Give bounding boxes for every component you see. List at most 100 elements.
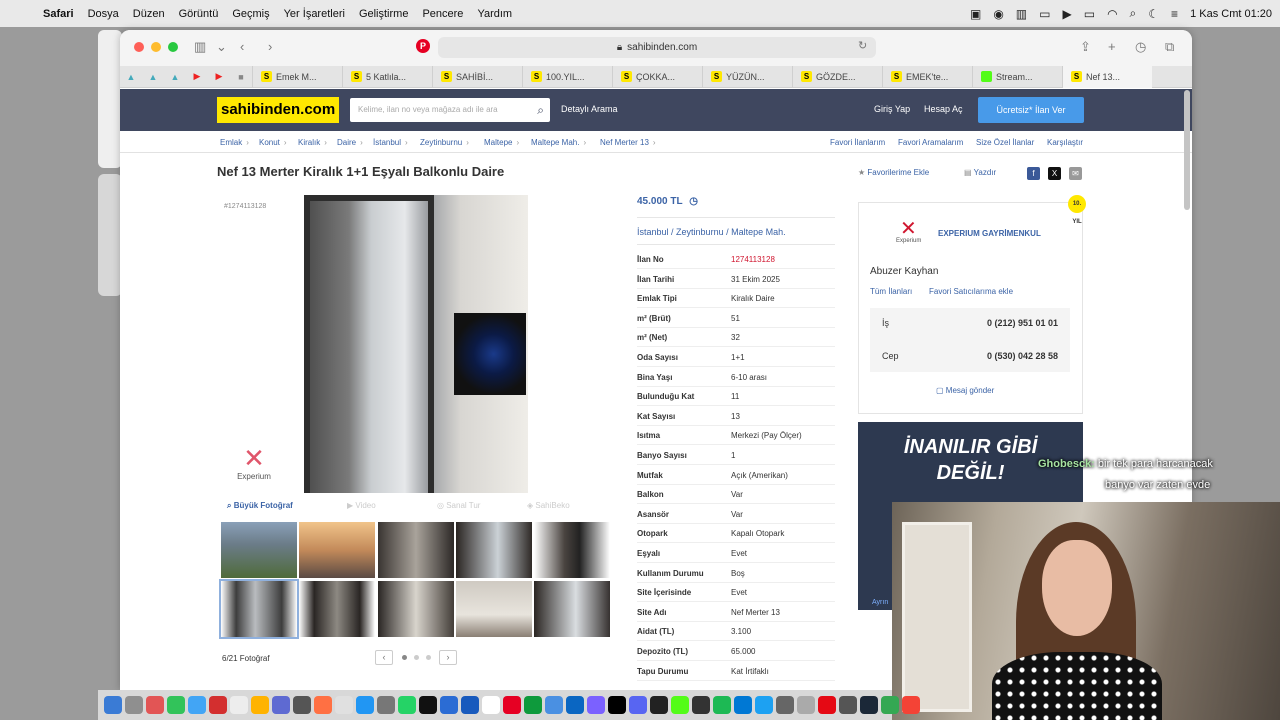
- menu-item-window[interactable]: Pencere: [415, 8, 470, 20]
- gallery-next-button[interactable]: ›: [439, 650, 457, 665]
- zoom-window-button[interactable]: [168, 42, 178, 52]
- address-bar[interactable]: 🔒︎ sahibinden.com: [438, 37, 876, 58]
- app-icon[interactable]: [146, 696, 164, 714]
- word-icon[interactable]: [461, 696, 479, 714]
- app-icon[interactable]: [335, 696, 353, 714]
- favorite-seller-link[interactable]: Favori Satıcılarıma ekle: [929, 287, 1013, 296]
- messages-icon[interactable]: [167, 696, 185, 714]
- post-ad-button[interactable]: Ücretsiz* İlan Ver: [978, 97, 1084, 123]
- location-neighborhood-link[interactable]: Maltepe Mah.: [731, 227, 786, 237]
- site-logo[interactable]: sahibinden.com: [217, 97, 340, 123]
- discord-icon[interactable]: [629, 696, 647, 714]
- photo-thumbnail[interactable]: [221, 522, 297, 578]
- location-district-link[interactable]: Zeytinburnu: [676, 227, 724, 237]
- linkedin-icon[interactable]: [566, 696, 584, 714]
- breadcrumb-item[interactable]: Konut ›: [259, 138, 287, 147]
- pinterest-icon[interactable]: [503, 696, 521, 714]
- gallery-prev-button[interactable]: ‹: [375, 650, 393, 665]
- menu-item-bookmarks[interactable]: Yer İşaretleri: [277, 8, 352, 20]
- share-icon[interactable]: ⇪: [1080, 39, 1091, 55]
- photo-thumbnail[interactable]: [456, 581, 532, 637]
- work-phone[interactable]: 0 (212) 951 01 01: [987, 318, 1058, 328]
- app-icon[interactable]: [545, 696, 563, 714]
- launchpad-icon[interactable]: [125, 696, 143, 714]
- browser-tab[interactable]: S 100.YIL...: [522, 65, 612, 88]
- spotify-icon[interactable]: [713, 696, 731, 714]
- app-icon[interactable]: [272, 696, 290, 714]
- photo-thumbnail[interactable]: [378, 522, 454, 578]
- facebook-share-icon[interactable]: f: [1027, 167, 1040, 180]
- send-message-button[interactable]: ▢ Mesaj gönder: [936, 386, 994, 395]
- minimize-window-button[interactable]: [151, 42, 161, 52]
- photo-thumbnail[interactable]: [299, 522, 375, 578]
- gallery-page-dot[interactable]: [402, 655, 407, 660]
- location-city-link[interactable]: İstanbul: [637, 227, 669, 237]
- breadcrumb-item[interactable]: Maltepe ›: [484, 138, 519, 147]
- safari-icon[interactable]: [755, 696, 773, 714]
- pinned-tab-youtube[interactable]: ▶: [208, 71, 230, 82]
- ad-link[interactable]: Ayrın: [872, 599, 888, 606]
- app-icon[interactable]: [587, 696, 605, 714]
- tab-sahibeko[interactable]: ◈ SahiBeko: [527, 501, 570, 510]
- wifi-icon[interactable]: ◠: [1107, 7, 1117, 21]
- search-icon[interactable]: ⌕: [537, 98, 544, 122]
- app-icon[interactable]: [314, 696, 332, 714]
- x-icon[interactable]: [608, 696, 626, 714]
- menu-item-file[interactable]: Dosya: [81, 8, 126, 20]
- scrollbar[interactable]: [1184, 90, 1190, 210]
- stats-icon[interactable]: ▥: [1016, 7, 1027, 21]
- breadcrumb-item[interactable]: Kiralık ›: [298, 138, 327, 147]
- menu-item-view[interactable]: Görüntü: [172, 8, 226, 20]
- browser-tab[interactable]: S 5 Katlıla...: [342, 65, 432, 88]
- play-icon[interactable]: ▶: [1062, 7, 1071, 21]
- app-icon[interactable]: [839, 696, 857, 714]
- clock[interactable]: 1 Kas Cmt 01:20: [1190, 8, 1272, 20]
- menu-app-name[interactable]: Safari: [36, 8, 81, 20]
- photo-thumbnail[interactable]: [534, 581, 610, 637]
- app-icon[interactable]: [902, 696, 920, 714]
- pinned-tab[interactable]: ▲: [120, 72, 142, 82]
- breadcrumb-item[interactable]: Emlak ›: [220, 138, 249, 147]
- price-history-icon[interactable]: ◷: [689, 196, 698, 207]
- control-center-icon[interactable]: ≡: [1171, 7, 1178, 21]
- menu-item-help[interactable]: Yardım: [470, 8, 519, 20]
- app-icon[interactable]: [692, 696, 710, 714]
- main-photo[interactable]: [304, 195, 528, 493]
- menu-item-develop[interactable]: Geliştirme: [352, 8, 416, 20]
- photo-thumbnail[interactable]: [299, 581, 375, 637]
- focus-icon[interactable]: ☾: [1148, 7, 1159, 21]
- browser-tab[interactable]: S Emek M...: [252, 65, 342, 88]
- app-icon[interactable]: [776, 696, 794, 714]
- breadcrumb-item[interactable]: Maltepe Mah. ›: [531, 138, 586, 147]
- drive-icon[interactable]: [881, 696, 899, 714]
- app-icon[interactable]: [188, 696, 206, 714]
- photo-thumbnail-selected[interactable]: [219, 579, 299, 639]
- photo-thumbnail[interactable]: [378, 581, 454, 637]
- signup-link[interactable]: Hesap Aç: [924, 104, 963, 114]
- app-icon[interactable]: [419, 696, 437, 714]
- app-store-icon[interactable]: [356, 696, 374, 714]
- special-listings-link[interactable]: Size Özel İlanlar: [976, 138, 1034, 147]
- netflix-icon[interactable]: [818, 696, 836, 714]
- compare-link[interactable]: Karşılaştır: [1047, 138, 1083, 147]
- new-tab-icon[interactable]: +: [1108, 39, 1116, 54]
- browser-tab[interactable]: Stream...: [972, 65, 1062, 88]
- tab-video[interactable]: ▶ Video: [347, 501, 376, 510]
- email-share-icon[interactable]: ✉: [1069, 167, 1082, 180]
- x-share-icon[interactable]: X: [1048, 167, 1061, 180]
- photo-thumbnail[interactable]: [534, 522, 610, 578]
- settings-icon[interactable]: [377, 696, 395, 714]
- steam-icon[interactable]: [860, 696, 878, 714]
- gallery-page-dot[interactable]: [426, 655, 431, 660]
- menu-item-edit[interactable]: Düzen: [126, 8, 172, 20]
- app-icon[interactable]: [230, 696, 248, 714]
- breadcrumb-item[interactable]: İstanbul ›: [373, 138, 408, 147]
- add-favorite-button[interactable]: ★ Favorilerime Ekle: [858, 168, 929, 177]
- detailed-search-link[interactable]: Detaylı Arama: [561, 104, 618, 114]
- login-link[interactable]: Giriş Yap: [874, 104, 910, 114]
- agency-name-link[interactable]: EXPERIUM GAYRİMENKUL: [938, 229, 1041, 238]
- browser-tab[interactable]: S YÜZÜN...: [702, 65, 792, 88]
- reload-icon[interactable]: ↻: [858, 39, 867, 52]
- kick-icon[interactable]: [671, 696, 689, 714]
- display-icon[interactable]: ▭: [1039, 7, 1050, 21]
